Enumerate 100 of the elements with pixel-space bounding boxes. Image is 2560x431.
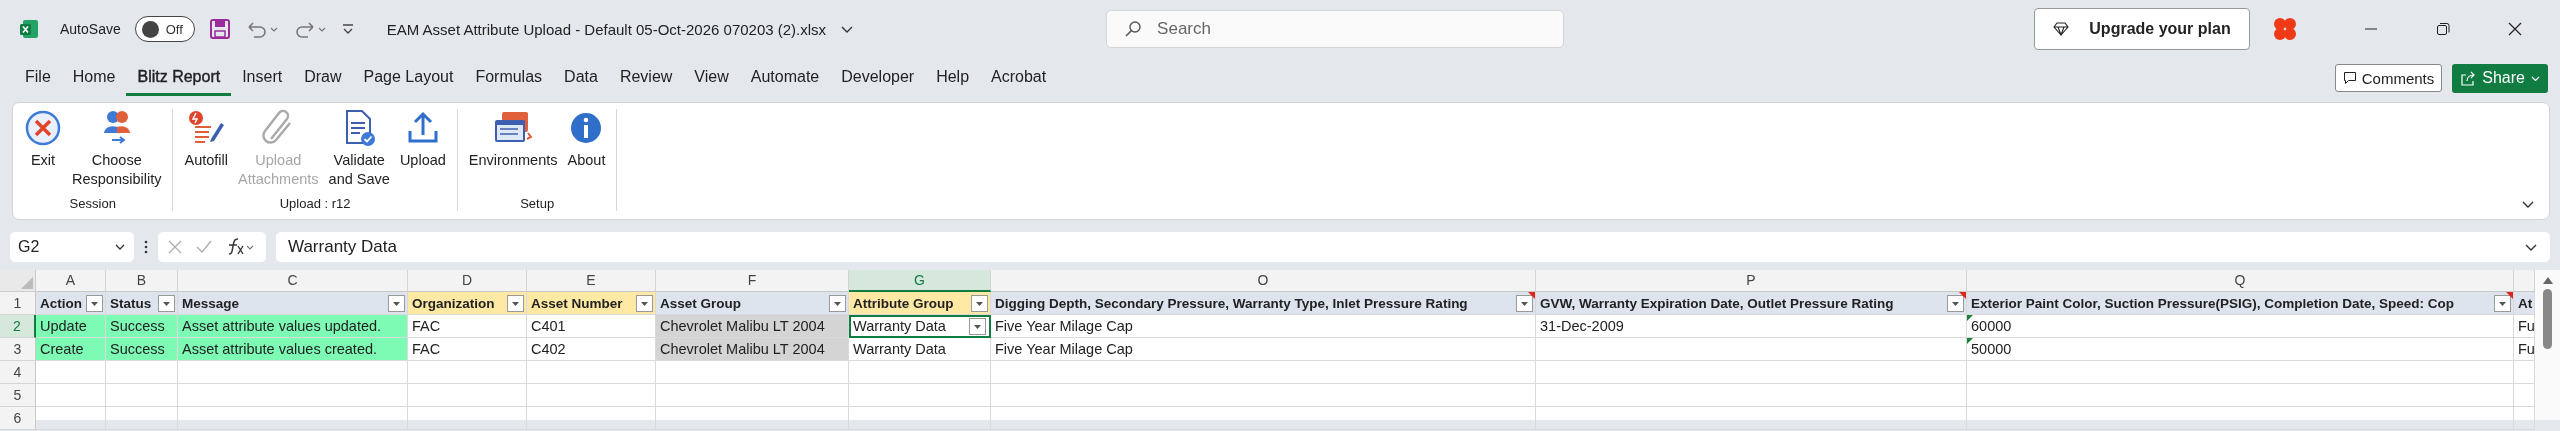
ribbon-button[interactable]: About xyxy=(562,109,611,170)
header-cell: GVW, Warranty Expiration Date, Outlet Pressure Rating xyxy=(1536,292,1967,315)
scrollbar-thumb[interactable] xyxy=(2543,289,2552,349)
filter-dropdown-icon[interactable] xyxy=(971,294,988,312)
filter-dropdown-icon[interactable] xyxy=(1516,294,1533,312)
ribbon-tab[interactable]: Automate xyxy=(739,60,831,96)
header-cell: Asset Group xyxy=(656,292,849,315)
group-label: Upload : r12 xyxy=(279,196,351,211)
name-box[interactable]: G2 xyxy=(10,232,134,262)
ribbon-tab[interactable]: Developer xyxy=(830,60,926,96)
upgrade-button[interactable]: Upgrade your plan xyxy=(2034,8,2250,50)
search-icon xyxy=(1124,20,1143,38)
table-cell: FAC xyxy=(408,315,527,338)
column-header[interactable]: F xyxy=(656,270,849,292)
ribbon-tab[interactable]: Home xyxy=(61,60,127,96)
filter-dropdown-icon[interactable] xyxy=(158,294,175,312)
row-number[interactable]: 2 xyxy=(0,315,36,338)
ribbon-tab[interactable]: Data xyxy=(553,60,609,96)
restore-icon[interactable] xyxy=(2436,22,2450,36)
column-header[interactable]: P xyxy=(1536,270,1967,292)
column-header[interactable]: B xyxy=(106,270,178,292)
ribbon-tab[interactable]: Formulas xyxy=(464,60,554,96)
header-cell: Action xyxy=(36,292,106,315)
autosave-label: AutoSave xyxy=(60,21,121,37)
filter-dropdown-icon[interactable] xyxy=(388,294,405,312)
row-number[interactable]: 6 xyxy=(0,407,36,430)
ribbon-tab[interactable]: Review xyxy=(608,60,684,96)
comments-button[interactable]: Comments xyxy=(2334,64,2443,92)
ribbon-tab[interactable]: Insert xyxy=(231,60,294,96)
column-header[interactable]: C xyxy=(178,270,408,292)
ribbon-button[interactable]: Upload xyxy=(394,109,451,170)
filter-dropdown-icon[interactable] xyxy=(1947,294,1964,312)
row-number[interactable]: 1 xyxy=(0,292,36,315)
filter-dropdown-icon[interactable] xyxy=(636,294,653,312)
table-cell: Five Year Milage Cap xyxy=(991,315,1536,338)
column-header[interactable]: D xyxy=(408,270,527,292)
autosave-toggle[interactable]: Off xyxy=(134,16,195,42)
table-cell: Warranty Data xyxy=(849,315,991,338)
table-cell: Asset attribute values created. xyxy=(178,338,408,361)
column-header[interactable]: E xyxy=(527,270,656,292)
ribbon-tab[interactable]: Blitz Report xyxy=(126,60,232,96)
ribbon-button[interactable]: Validate and Save xyxy=(323,109,395,189)
ribbon-tab[interactable]: Acrobat xyxy=(980,60,1058,96)
cancel-icon xyxy=(24,109,62,147)
customize-caret-icon[interactable] xyxy=(340,22,355,36)
column-header[interactable]: A xyxy=(36,270,106,292)
group-label: Session xyxy=(69,196,116,211)
clover-icon[interactable] xyxy=(2272,16,2298,42)
vertical-scrollbar[interactable] xyxy=(2535,270,2560,420)
check-icon[interactable] xyxy=(196,240,212,254)
share-icon xyxy=(2460,70,2477,86)
ribbon-tab[interactable]: Page Layout xyxy=(352,60,465,96)
filter-dropdown-icon[interactable] xyxy=(2494,294,2511,312)
empty-cell xyxy=(106,407,178,430)
column-header[interactable]: Q xyxy=(1967,270,2514,292)
table-cell: 31-Dec-2009 xyxy=(1536,315,1967,338)
table-cell: Update xyxy=(36,315,106,338)
scroll-up-icon[interactable] xyxy=(2542,276,2553,284)
filter-dropdown-icon[interactable] xyxy=(86,294,103,312)
header-cell: At xyxy=(2514,292,2535,315)
filter-dropdown-icon[interactable] xyxy=(829,294,846,312)
ribbon-tab[interactable]: File xyxy=(14,60,62,96)
group-label: Setup xyxy=(520,196,555,211)
filter-dropdown-icon[interactable] xyxy=(507,294,524,312)
ribbon-button[interactable]: Autofill xyxy=(179,109,233,170)
row-number[interactable]: 5 xyxy=(0,384,36,407)
excel-logo-icon[interactable] xyxy=(18,18,40,40)
dropdown-icon[interactable] xyxy=(969,317,986,335)
table-cell: Success xyxy=(106,338,178,361)
ribbon-tab[interactable]: View xyxy=(683,60,740,96)
header-cell: Asset Number xyxy=(527,292,656,315)
ribbon-button[interactable]: Choose Responsibility xyxy=(67,109,167,189)
table-cell: Success xyxy=(106,315,178,338)
header-cell: Attribute Group xyxy=(849,292,991,315)
function-icon[interactable] xyxy=(226,238,256,256)
ribbon-tab[interactable]: Draw xyxy=(293,60,353,96)
empty-cell xyxy=(106,361,178,384)
diamond-icon xyxy=(2053,22,2070,36)
header-cell: Organization xyxy=(408,292,527,315)
table-cell: Chevrolet Malibu LT 2004 xyxy=(656,338,849,361)
row-number[interactable]: 3 xyxy=(0,338,36,361)
formula-field[interactable]: Warranty Data xyxy=(276,232,2550,262)
share-button[interactable]: Share xyxy=(2452,63,2548,93)
table-cell: 60000 xyxy=(1967,315,2514,338)
ribbon-tab[interactable]: Help xyxy=(925,60,981,96)
column-header[interactable]: G xyxy=(849,270,991,292)
ribbon-button[interactable]: Environments xyxy=(463,109,563,170)
more-options-icon[interactable] xyxy=(144,240,148,254)
search-field[interactable]: Search xyxy=(1106,10,1565,48)
close-icon[interactable] xyxy=(2508,22,2522,36)
save-icon[interactable] xyxy=(208,18,231,40)
table-cell: Asset attribute values updated. xyxy=(178,315,408,338)
comment-icon xyxy=(2342,71,2357,85)
file-name[interactable]: EAM Asset Attribute Upload - Default 05-Oct-2026 070203 (2).xlsx xyxy=(386,20,827,38)
header-cell: Status xyxy=(106,292,178,315)
column-header[interactable]: O xyxy=(991,270,1536,292)
header-cell: Exterior Paint Color, Suction Pressure(PSIG), Completion Date, Speed: Cop xyxy=(1967,292,2514,315)
table-cell: Chevrolet Malibu LT 2004 xyxy=(656,315,849,338)
ribbon-button[interactable]: Exit xyxy=(19,109,67,170)
row-number[interactable]: 4 xyxy=(0,361,36,384)
